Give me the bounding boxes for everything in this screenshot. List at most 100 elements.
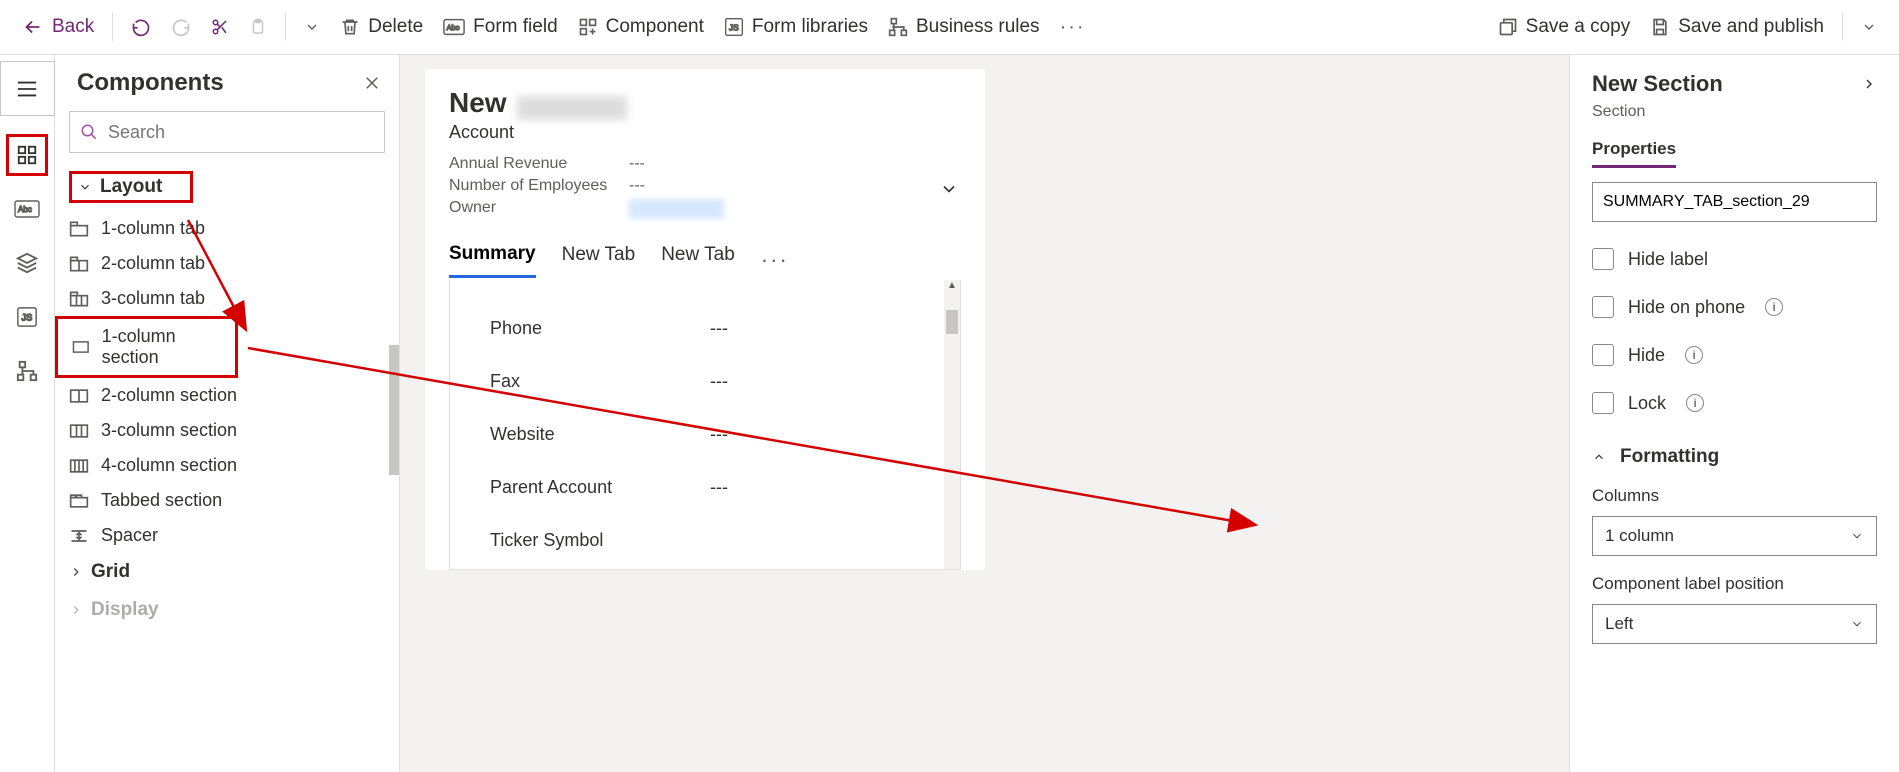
business-rules-label: Business rules xyxy=(916,16,1040,38)
panel-title: Components xyxy=(77,69,224,97)
hamburger-button[interactable] xyxy=(0,61,55,116)
spacer-icon xyxy=(69,528,89,544)
components-rail-icon xyxy=(16,144,38,166)
layout-item-spacer[interactable]: Spacer xyxy=(55,518,399,553)
layout-item-1col-section[interactable]: 1-column section xyxy=(55,316,238,378)
form-card[interactable]: New Account Annual Revenue--- Number of … xyxy=(425,69,985,570)
undo-icon xyxy=(131,17,151,37)
field-row[interactable]: Ticker Symbol xyxy=(490,514,920,567)
panel-scrollbar[interactable] xyxy=(389,345,399,475)
layout-item-tabbed-section[interactable]: Tabbed section xyxy=(55,483,399,518)
hide-phone-checkbox[interactable]: Hide on phonei xyxy=(1592,296,1877,318)
separator xyxy=(112,13,113,41)
layout-label: Layout xyxy=(100,176,162,198)
chevron-right-icon xyxy=(69,603,83,617)
redo-icon xyxy=(171,17,191,37)
columns-label: Columns xyxy=(1592,486,1877,506)
info-icon[interactable]: i xyxy=(1685,346,1703,364)
hide-label-checkbox[interactable]: Hide label xyxy=(1592,248,1877,270)
display-group-header[interactable]: Display xyxy=(55,591,399,629)
layout-item-2col-section[interactable]: 2-column section xyxy=(55,378,399,413)
delete-button[interactable]: Delete xyxy=(330,10,433,44)
rail-fields-button[interactable]: Abc xyxy=(6,188,48,230)
props-tab-properties[interactable]: Properties xyxy=(1592,139,1676,168)
rail-components-button[interactable] xyxy=(6,134,48,176)
form-libraries-label: Form libraries xyxy=(752,16,868,38)
label-pos-select[interactable]: Left xyxy=(1592,604,1877,644)
info-icon[interactable]: i xyxy=(1686,394,1704,412)
section-name-input[interactable] xyxy=(1592,182,1877,222)
layout-item-2col-tab[interactable]: 2-column tab xyxy=(55,246,399,281)
delete-label: Delete xyxy=(368,16,423,38)
back-button[interactable]: Back xyxy=(12,10,104,44)
search-input[interactable] xyxy=(108,122,374,143)
field-row[interactable]: Website--- xyxy=(490,408,920,461)
grid-label: Grid xyxy=(91,561,130,583)
save-publish-button[interactable]: Save and publish xyxy=(1640,10,1834,44)
chevron-down-icon xyxy=(939,179,959,199)
undo-button[interactable] xyxy=(121,11,161,43)
field-row[interactable]: Parent Account--- xyxy=(490,461,920,514)
save-copy-button[interactable]: Save a copy xyxy=(1488,10,1641,44)
left-rail: Abc JS xyxy=(0,55,55,772)
component-button[interactable]: Component xyxy=(568,10,714,44)
rail-tree-button[interactable] xyxy=(6,242,48,284)
info-icon[interactable]: i xyxy=(1765,298,1783,316)
rail-rules-button[interactable] xyxy=(6,350,48,392)
tab-summary[interactable]: Summary xyxy=(449,243,536,278)
form-canvas: New Account Annual Revenue--- Number of … xyxy=(400,55,1569,772)
chevron-down-icon xyxy=(1850,617,1864,631)
meta-label: Annual Revenue xyxy=(449,155,609,173)
business-rules-button[interactable]: Business rules xyxy=(878,10,1050,44)
layout-item-1col-tab[interactable]: 1-column tab xyxy=(55,211,399,246)
search-box[interactable] xyxy=(69,111,385,153)
scroll-thumb[interactable] xyxy=(946,310,958,334)
props-title: New Section xyxy=(1592,71,1723,97)
hide-checkbox[interactable]: Hidei xyxy=(1592,344,1877,366)
field-row[interactable]: Fax--- xyxy=(490,355,920,408)
flow-icon xyxy=(888,17,908,37)
columns-select[interactable]: 1 column xyxy=(1592,516,1877,556)
tab-new-1[interactable]: New Tab xyxy=(562,244,636,276)
grid-group-header[interactable]: Grid xyxy=(55,553,399,591)
tab-overflow[interactable]: ··· xyxy=(761,247,789,273)
tab-new-2[interactable]: New Tab xyxy=(661,244,735,276)
top-toolbar: Back Delete Abc Form field Component JS … xyxy=(0,0,1899,55)
sec4-icon xyxy=(69,458,89,474)
sec2-icon xyxy=(69,388,89,404)
rail-js-button[interactable]: JS xyxy=(6,296,48,338)
cut-button[interactable] xyxy=(201,12,239,42)
tab1-icon xyxy=(69,220,89,238)
fields-scrollbar[interactable]: ▲ xyxy=(944,280,960,569)
component-icon xyxy=(578,17,598,37)
tab2-icon xyxy=(69,255,89,273)
paste-button[interactable] xyxy=(239,12,277,42)
chevron-right-icon[interactable] xyxy=(1861,76,1877,92)
layout-group-header[interactable]: Layout xyxy=(55,163,399,211)
svg-text:JS: JS xyxy=(22,313,33,323)
hamburger-icon xyxy=(16,80,38,98)
form-field-button[interactable]: Abc Form field xyxy=(433,10,567,44)
form-libraries-button[interactable]: JS Form libraries xyxy=(714,10,878,44)
js-icon: JS xyxy=(724,17,744,37)
lock-checkbox[interactable]: Locki xyxy=(1592,392,1877,414)
dropdown-button[interactable] xyxy=(294,13,330,41)
chevron-down-icon xyxy=(1861,19,1877,35)
field-row[interactable]: Phone--- xyxy=(490,302,920,355)
rules-rail-icon xyxy=(16,360,38,382)
layout-item-3col-tab[interactable]: 3-column tab xyxy=(55,281,399,316)
close-panel-button[interactable] xyxy=(363,74,381,92)
layout-item-4col-section[interactable]: 4-column section xyxy=(55,448,399,483)
svg-text:Abc: Abc xyxy=(18,205,32,214)
redo-button[interactable] xyxy=(161,11,201,43)
search-icon xyxy=(80,123,98,141)
display-label: Display xyxy=(91,599,159,621)
chevron-right-icon xyxy=(69,565,83,579)
props-subtitle: Section xyxy=(1592,103,1877,121)
expand-header-button[interactable] xyxy=(939,179,959,199)
save-publish-split[interactable] xyxy=(1851,13,1887,41)
formatting-header[interactable]: Formatting xyxy=(1592,446,1877,468)
separator xyxy=(1842,13,1843,41)
overflow-button[interactable]: ··· xyxy=(1050,10,1096,45)
layout-item-3col-section[interactable]: 3-column section xyxy=(55,413,399,448)
